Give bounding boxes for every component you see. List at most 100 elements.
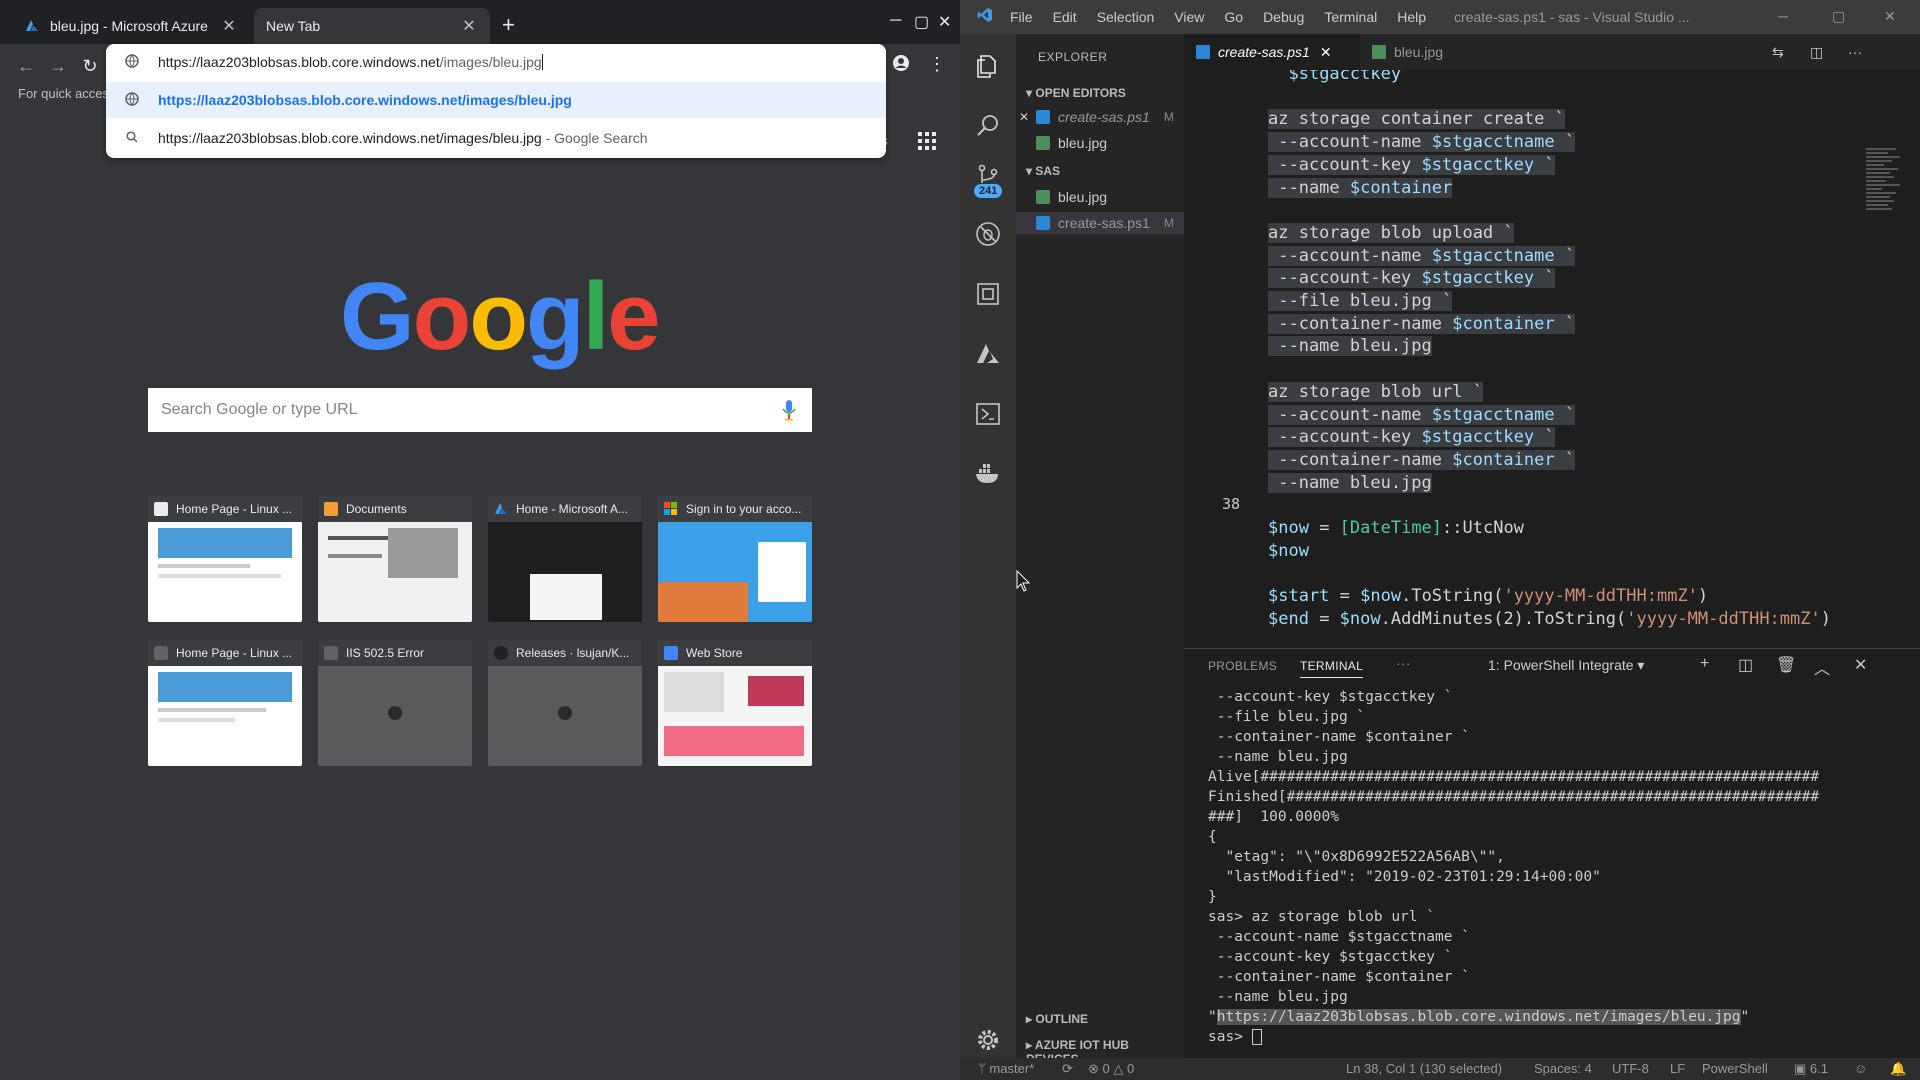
menu-file[interactable]: File [1010,9,1033,25]
more-actions-icon[interactable]: ··· [1848,44,1862,60]
menu-help[interactable]: Help [1397,9,1426,25]
encoding[interactable]: UTF-8 [1612,1061,1649,1076]
close-window-icon[interactable]: ✕ [1884,8,1896,25]
close-icon[interactable]: ✕ [460,16,478,36]
tile[interactable]: Home - Microsoft A... [488,496,642,622]
file-item[interactable]: create-sas.ps1 M [1016,212,1184,234]
split-terminal-icon[interactable]: ◫ [1738,655,1753,675]
problems-indicator[interactable]: ⊗ 0 △ 0 [1088,1061,1134,1077]
chrome-menu-icon[interactable]: ⋮ [928,54,946,75]
code-editor[interactable]: $stgacctkey az storage container create `… [1184,70,1920,640]
editor-tab-create-sas[interactable]: create-sas.ps1 ✕ [1184,34,1360,70]
tab-terminal[interactable]: TERMINAL [1300,659,1364,678]
close-icon[interactable]: ✕ [220,16,238,36]
tab-problems[interactable]: PROBLEMS [1208,659,1277,673]
modified-status: M [1163,110,1174,124]
new-tab-button[interactable]: + [502,14,515,36]
tile-thumbnail [318,666,472,766]
menu-selection[interactable]: Selection [1097,9,1155,25]
explorer-icon[interactable] [960,42,1016,90]
azure-icon[interactable] [960,330,1016,378]
powershell-file-icon [1036,110,1050,124]
menu-edit[interactable]: Edit [1053,9,1077,25]
profile-icon[interactable] [892,54,910,77]
sync-icon[interactable]: ⟳ [1062,1061,1073,1077]
cursor-position[interactable]: Ln 38, Col 1 (130 selected) [1346,1061,1502,1076]
terminal-line: --container-name $container ` [1208,969,1470,985]
close-icon[interactable]: ✕ [1320,44,1332,61]
forward-arrow-icon[interactable]: → [46,54,70,78]
tile-title: Sign in to your acco... [686,502,802,516]
gear-icon[interactable] [960,1016,1016,1064]
reload-icon[interactable]: ↻ [78,54,102,78]
compare-changes-icon[interactable]: ⇆ [1772,44,1784,61]
indentation[interactable]: Spaces: 4 [1534,1061,1592,1076]
terminal-line: ###] 100.0000% [1208,809,1339,825]
minimize-icon[interactable]: ─ [890,12,901,30]
menu-terminal[interactable]: Terminal [1324,9,1377,25]
debug-icon[interactable] [960,210,1016,258]
close-icon[interactable]: ✕ [1016,110,1032,124]
omnibox-suggestion[interactable]: https://laaz203blobsas.blob.core.windows… [106,120,886,156]
search-input[interactable] [161,401,779,419]
folder-section[interactable]: ▾ SAS [1026,164,1060,178]
menu-debug[interactable]: Debug [1263,9,1304,25]
branch-name: master* [989,1061,1035,1076]
tab-azure[interactable]: bleu.jpg - Microsoft Azure ✕ [12,8,250,44]
tile[interactable]: Sign in to your acco... [658,496,812,622]
file-item[interactable]: bleu.jpg [1016,186,1184,208]
code-line: --account-name $stgacctname ` [1184,132,1920,154]
line-number: 38 [1221,495,1240,514]
line-ending[interactable]: LF [1670,1061,1685,1076]
minimize-icon[interactable]: ─ [1778,8,1788,24]
tab-new-tab[interactable]: New Tab ✕ [254,8,490,44]
tab-label: bleu.jpg [1394,44,1444,60]
back-arrow-icon[interactable]: ← [14,54,38,78]
microphone-icon[interactable] [779,398,799,422]
tile[interactable]: Home Page - Linux ... [148,496,302,622]
bell-icon[interactable]: 🔔 [1890,1061,1906,1077]
apps-grid-icon[interactable] [918,132,936,150]
terminal-select[interactable]: 1: PowerShell Integrate ▾ [1488,657,1668,679]
split-editor-icon[interactable]: ◫ [1810,44,1823,61]
tile[interactable]: IIS 502.5 Error [318,640,472,766]
close-panel-icon[interactable]: ✕ [1854,655,1867,675]
menu-go[interactable]: Go [1224,9,1243,25]
maximize-icon[interactable]: ▢ [1832,8,1845,25]
terminal-line: --file bleu.jpg ` [1208,709,1366,725]
tile[interactable]: Home Page - Linux ... [148,640,302,766]
search-icon[interactable] [960,102,1016,150]
tile[interactable]: Web Store [658,640,812,766]
open-editor-item[interactable]: ✕ create-sas.ps1 M [1016,106,1184,128]
powershell-icon[interactable] [960,390,1016,438]
menu-view[interactable]: View [1174,9,1204,25]
terminal-select-value: 1: PowerShell Integrate [1488,657,1634,673]
open-editor-item[interactable]: bleu.jpg [1016,132,1184,154]
terminal-prompt[interactable]: sas> [1208,1029,1908,1049]
feedback-icon[interactable]: ☺ [1854,1061,1867,1076]
google-search-box[interactable] [148,388,812,432]
close-window-icon[interactable]: ✕ [938,12,951,32]
editor-tab-bleu[interactable]: bleu.jpg [1360,34,1470,70]
language-mode[interactable]: PowerShell [1702,1061,1768,1076]
warning-icon: △ [1113,1061,1127,1076]
add-terminal-icon[interactable]: + [1700,655,1709,673]
branch-indicator[interactable]: ᛘ master* [978,1061,1034,1076]
omnibox-suggestion[interactable]: https://laaz203blobsas.blob.core.windows… [106,82,886,118]
maximize-icon[interactable]: ▢ [914,12,929,32]
outline-section[interactable]: ▸ OUTLINE [1026,1012,1088,1026]
docker-icon[interactable] [960,450,1016,498]
tile[interactable]: Releases · lsujan/K... [488,640,642,766]
powershell-version[interactable]: ▣ 6.1 [1794,1061,1828,1077]
terminal-output[interactable]: --account-key $stgacctkey ` --file bleu.… [1208,689,1908,1059]
trash-icon[interactable]: 🗑 [1776,655,1796,675]
tile[interactable]: Documents [318,496,472,622]
open-editors-section[interactable]: ▾ OPEN EDITORS [1026,86,1126,100]
extensions-icon[interactable] [960,270,1016,318]
chevron-up-icon[interactable]: ︿ [1814,655,1830,679]
more-icon[interactable]: ··· [1396,655,1411,671]
blob-url-output[interactable]: https://laaz203blobsas.blob.core.windows… [1216,1009,1741,1025]
omnibox-input[interactable]: https://laaz203blobsas.blob.core.windows… [106,44,886,80]
